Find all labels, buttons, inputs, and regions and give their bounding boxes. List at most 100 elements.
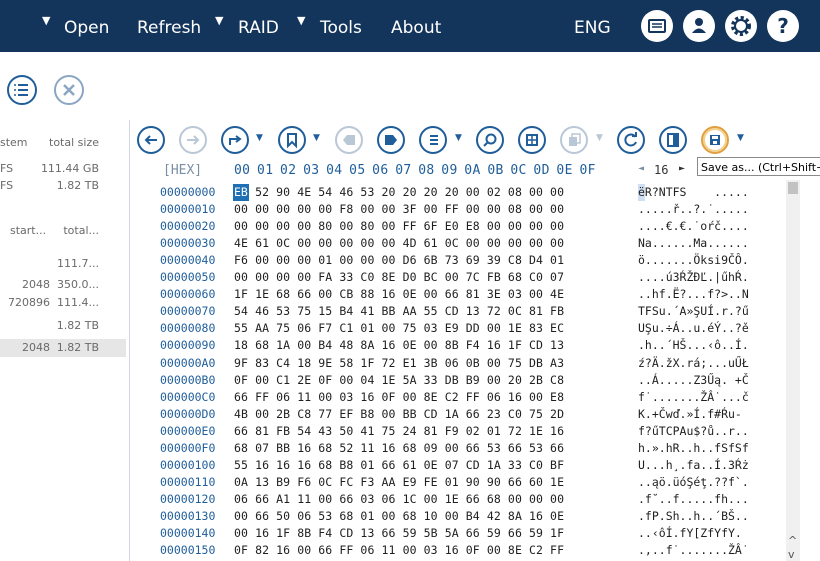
hex-row-ascii[interactable]: f˙.......ŽÂ˙...č [638, 389, 749, 406]
hex-row-bytes[interactable]: 0F 82 16 00 66 FF 06 11 00 03 16 0F 00 8… [234, 542, 564, 559]
hex-row[interactable]: 00000120 06 66 A1 11 00 66 03 06 1C 00 1E… [0, 491, 820, 508]
hex-row-ascii[interactable]: R?NTFS ..... [638, 184, 749, 201]
hex-row-bytes[interactable]: 9F 83 C4 18 9E 58 1F 72 E1 3B 06 0B 00 7… [234, 355, 564, 372]
hex-row[interactable]: 000000B0 0F 00 C1 2E 0F 00 04 1E 5A 33 DB… [0, 372, 820, 389]
account-button[interactable] [683, 10, 715, 42]
hex-row-bytes[interactable]: 18 68 1A 00 B4 48 8A 16 0E 00 8B F4 16 1… [234, 337, 564, 354]
hex-row-ascii[interactable]: .fP.Sh..h..´BŠ.. [638, 508, 749, 525]
hex-mode-label[interactable]: [HEX] [163, 163, 202, 178]
goto-button[interactable] [221, 126, 249, 154]
hex-row-bytes[interactable]: 00 66 50 06 53 68 01 00 68 10 00 B4 42 8… [234, 508, 564, 525]
menu-open[interactable]: Open [64, 0, 109, 52]
hex-row-ascii[interactable]: U...h¸.fa..Í.3Ŕż [638, 457, 749, 474]
close-button[interactable] [54, 75, 84, 105]
hex-row-bytes[interactable]: 00 00 00 00 00 F8 00 00 3F 00 FF 00 00 0… [234, 201, 564, 218]
hex-row[interactable]: 00000130 00 66 50 06 53 68 01 00 68 10 00… [0, 508, 820, 525]
hex-row-ascii[interactable]: f?űTCPAu$?ů..r.. [638, 423, 749, 440]
hex-row[interactable]: 00000000 52 90 4E 54 46 53 20 20 20 20 0… [0, 184, 820, 201]
hex-row[interactable]: 00000100 55 16 16 16 68 B8 01 66 61 0E 07… [0, 457, 820, 474]
hex-row[interactable]: 000000A0 9F 83 C4 18 9E 58 1F 72 E1 3B 06… [0, 355, 820, 372]
hex-row-bytes[interactable]: 52 90 4E 54 46 53 20 20 20 20 00 02 08 0… [234, 184, 564, 201]
menu-tools[interactable]: Tools [320, 0, 362, 52]
hex-scrollbar[interactable]: ^ v [786, 180, 800, 561]
save-dropdown-icon[interactable]: ▼ [737, 133, 744, 143]
hex-row-bytes[interactable]: 68 07 BB 16 68 52 11 16 68 09 00 66 53 6… [234, 440, 564, 457]
hex-row[interactable]: 00000030 4E 61 0C 00 00 00 00 00 4D 61 0C… [0, 235, 820, 252]
scroll-up-icon[interactable]: ^ [788, 534, 797, 547]
page-prev-icon[interactable]: ◄ [638, 163, 644, 174]
next-bookmark-button[interactable] [377, 126, 405, 154]
hex-row[interactable]: 000000F0 68 07 BB 16 68 52 11 16 68 09 00… [0, 440, 820, 457]
hex-row-bytes[interactable]: 06 66 A1 11 00 66 03 06 1C 00 1E 66 68 0… [234, 491, 564, 508]
hex-row[interactable]: 00000090 18 68 1A 00 B4 48 8A 16 0E 00 8B… [0, 337, 820, 354]
hex-row-ascii[interactable]: ..‹ôÍ.fY[ZfYfY. [638, 525, 742, 542]
view-dropdown-icon[interactable]: ▼ [455, 133, 462, 143]
hex-row[interactable]: 000000E0 66 81 FB 54 43 50 41 75 24 81 F9… [0, 423, 820, 440]
hex-row-bytes[interactable]: 4E 61 0C 00 00 00 00 00 4D 61 0C 00 00 0… [234, 235, 564, 252]
hex-row-bytes[interactable]: 55 16 16 16 68 B8 01 66 61 0E 07 CD 1A 3… [234, 457, 564, 474]
copy-dropdown-icon[interactable]: ▼ [596, 133, 603, 143]
view-list-button[interactable] [419, 126, 447, 154]
hex-row[interactable]: 00000150 0F 82 16 00 66 FF 06 11 00 03 16… [0, 542, 820, 559]
prev-bookmark-button[interactable] [335, 126, 363, 154]
column-header-total-size[interactable]: total size [49, 134, 99, 152]
panel-toggle-button[interactable] [659, 126, 687, 154]
hex-row-bytes[interactable]: 0F 00 C1 2E 0F 00 04 1E 5A 33 DB B9 00 2… [234, 372, 564, 389]
forward-button[interactable] [179, 126, 207, 154]
hex-row-bytes[interactable]: 54 46 53 75 15 B4 41 BB AA 55 CD 13 72 0… [234, 303, 564, 320]
list-view-button[interactable] [7, 75, 37, 105]
back-button[interactable] [137, 126, 165, 154]
hex-row-ascii[interactable]: .‚..f˙.......ŽÂ˙ [638, 542, 749, 559]
hex-row-ascii[interactable]: ....ú3ŔŽĐĽ.|űhŔ. [638, 269, 749, 286]
hex-row-ascii[interactable]: K.+Čwď.»Í.f#Ŕu- [638, 406, 742, 423]
tools-dropdown-arrow[interactable]: ▼ [297, 14, 305, 27]
selected-byte[interactable]: EB [233, 184, 249, 201]
log-button[interactable] [641, 10, 673, 42]
selected-ascii-char[interactable]: ë [638, 184, 645, 201]
language-selector[interactable]: ENG [574, 0, 611, 52]
column-header-filesystem[interactable]: stem [0, 134, 28, 152]
hex-row-ascii[interactable]: TFSu.´A»ŞUÍ.r.?ű [638, 303, 749, 320]
hex-row[interactable]: 00000020 00 00 00 00 80 00 80 00 FF 6F E0… [0, 218, 820, 235]
hex-row[interactable]: 00000040 F6 00 00 00 01 00 00 00 D6 6B 73… [0, 252, 820, 269]
hex-row[interactable]: 00000110 0A 13 B9 F6 0C FC F3 AA E9 FE 01… [0, 474, 820, 491]
scroll-down-icon[interactable]: v [788, 548, 795, 561]
hex-row-bytes[interactable]: 00 00 00 00 FA 33 C0 8E D0 BC 00 7C FB 6… [234, 269, 564, 286]
hex-row[interactable]: 00000060 1F 1E 68 66 00 CB 88 16 0E 00 66… [0, 286, 820, 303]
hex-row-ascii[interactable]: .h..´HŠ...‹ô..Í. [638, 337, 749, 354]
page-next-icon[interactable]: ► [679, 163, 685, 174]
reload-button[interactable] [617, 126, 645, 154]
search-button[interactable] [476, 126, 504, 154]
hex-row[interactable]: 00000140 00 16 1F 8B F4 CD 13 66 59 5B 5A… [0, 525, 820, 542]
table-row[interactable]: FS 111.44 GB [0, 160, 126, 178]
bookmark-button[interactable] [278, 126, 306, 154]
hex-row[interactable]: 000000D0 4B 00 2B C8 77 EF B8 00 BB CD 1A… [0, 406, 820, 423]
hex-row-bytes[interactable]: 00 16 1F 8B F4 CD 13 66 59 5B 5A 66 59 6… [234, 525, 564, 542]
hex-row-bytes[interactable]: F6 00 00 00 01 00 00 00 D6 6B 73 69 39 C… [234, 252, 564, 269]
hex-row[interactable]: 00000070 54 46 53 75 15 B4 41 BB AA 55 CD… [0, 303, 820, 320]
hex-row-ascii[interactable]: ö.......Öksi9ČÔ. [638, 252, 749, 269]
menu-refresh[interactable]: Refresh [137, 0, 201, 52]
raid-dropdown-arrow[interactable]: ▼ [215, 14, 223, 27]
hex-row-ascii[interactable]: h.».hR..h..fSfSf [638, 440, 749, 457]
hex-row-bytes[interactable]: 1F 1E 68 66 00 CB 88 16 0E 00 66 81 3E 0… [234, 286, 564, 303]
hex-row-ascii[interactable]: .....ř..?.˙..... [638, 201, 749, 218]
goto-dropdown-icon[interactable]: ▼ [256, 133, 263, 143]
hex-row-ascii[interactable]: ..ąö.üóŞéţ.??f`. [638, 474, 749, 491]
hex-row[interactable]: 00000010 00 00 00 00 00 F8 00 00 3F 00 FF… [0, 201, 820, 218]
help-button[interactable]: ? [767, 10, 799, 42]
hex-row-bytes[interactable]: 66 FF 06 11 00 03 16 0F 00 8E C2 FF 06 1… [234, 389, 564, 406]
hex-row-bytes[interactable]: 00 00 00 00 80 00 80 00 FF 6F E0 E8 00 0… [234, 218, 564, 235]
hex-row-ascii[interactable]: UŞu.÷Á..u.éÝ..?ě [638, 320, 749, 337]
hex-row-ascii[interactable]: ....€.€.˙oŕč.... [638, 218, 749, 235]
hex-row-bytes[interactable]: 0A 13 B9 F6 0C FC F3 AA E9 FE 01 90 90 6… [234, 474, 564, 491]
settings-button[interactable] [725, 10, 757, 42]
hex-row-ascii[interactable]: Na......Ma...... [638, 235, 749, 252]
hex-row-ascii[interactable]: ..Á.....Z3Űą. +Č [638, 372, 749, 389]
hex-row[interactable]: 00000080 55 AA 75 06 F7 C1 01 00 75 03 E9… [0, 320, 820, 337]
scrollbar-thumb[interactable] [788, 182, 798, 194]
hex-row-bytes[interactable]: 66 81 FB 54 43 50 41 75 24 81 F9 02 01 7… [234, 423, 564, 440]
open-dropdown-arrow[interactable]: ▼ [42, 14, 50, 27]
hex-row-ascii[interactable]: ź?Ä.žX.rá;...uŰŁ [638, 355, 749, 372]
hex-row[interactable]: 00000050 00 00 00 00 FA 33 C0 8E D0 BC 00… [0, 269, 820, 286]
